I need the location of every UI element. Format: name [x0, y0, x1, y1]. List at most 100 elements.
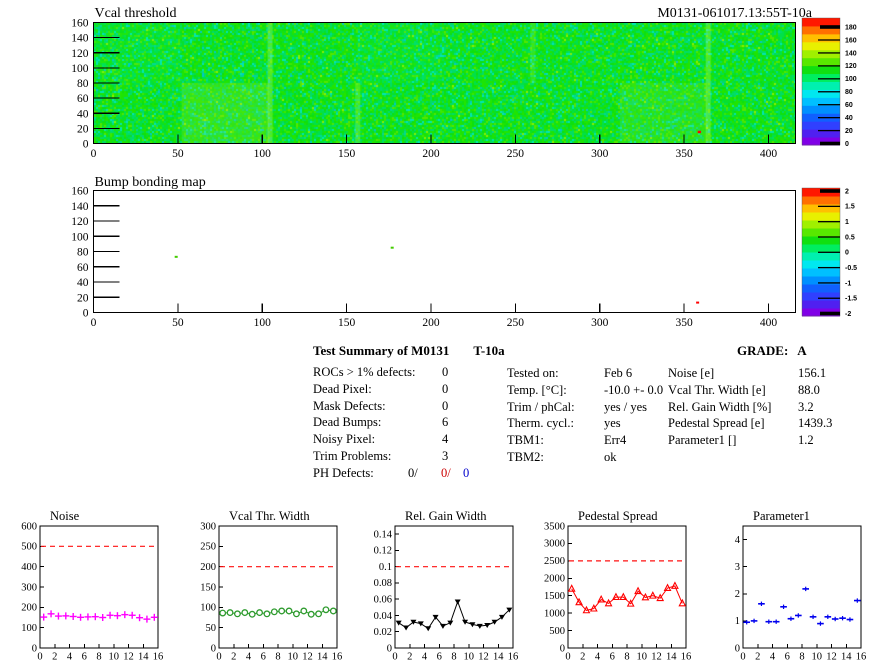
- condition-row-value: -10.0 +- 0.0: [604, 382, 664, 397]
- result-row-value: 1.2: [798, 433, 814, 448]
- bump-bonding-map-ytick-label: 60: [77, 262, 89, 274]
- vcal-threshold-plot: Vcal threshold M0131-061017.13:55T-10a 0 20…: [71, 6, 857, 160]
- defect-row-label: Mask Defects:: [313, 398, 386, 413]
- noise-xtick-label: 2: [52, 652, 57, 663]
- rel-gain-width-ytick-label: 0.04: [374, 611, 393, 622]
- parameter1-chart: Parameter1012340 2 4 6 8 10 12 14 16: [735, 509, 867, 663]
- bump-bonding-map-xtick-label: 0: [91, 317, 97, 329]
- pedestal-spread-ytick-label: 3500: [544, 521, 565, 532]
- parameter1-ytick-label: 2: [735, 589, 740, 600]
- pedestal-spread-series-line: [571, 585, 683, 611]
- bump-bonding-map-ytick-label: 160: [71, 186, 89, 198]
- pedestal-spread-ytick-label: 2500: [544, 556, 565, 567]
- vcal-threshold-ytick-label: 0: [83, 139, 89, 151]
- vcal-thr-width-xtick-label: 6: [261, 652, 266, 663]
- defect-row-value: 0: [442, 398, 449, 413]
- pedestal-spread-ytick-label: 500: [549, 626, 565, 637]
- bump-bonding-map-xtick-label: 150: [338, 317, 356, 329]
- vcal-thr-width-ytick-label: 100: [200, 603, 216, 614]
- bump-bonding-map-colorbar-label: 2: [845, 188, 849, 195]
- parameter1-ytick-label: 1: [735, 616, 740, 627]
- rel-gain-width-xtick-label: 6: [437, 652, 442, 663]
- condition-row-value: Feb 6: [604, 366, 633, 380]
- summary-title: Test Summary of M0131 T-10a: [313, 343, 505, 358]
- vcal-threshold-colorbar-label: 20: [845, 128, 853, 135]
- vcal-threshold-xtick-label: 400: [760, 148, 778, 160]
- parameter1-xtick-label: 8: [799, 652, 804, 663]
- pedestal-spread-xtick-label: 12: [651, 652, 662, 663]
- condition-row-label: Tested on:: [507, 366, 559, 380]
- vcal-threshold-defect-point: [697, 131, 701, 134]
- vcal-threshold-colorbar-label: 180: [845, 24, 857, 31]
- defect-row-label: Dead Pixel:: [313, 381, 372, 396]
- result-row-label: Pedestal Spread [e]: [668, 416, 765, 431]
- condition-row-label: TBM2:: [507, 450, 544, 464]
- bump-bonding-map-colorbar-label: 0.5: [845, 234, 855, 241]
- vcal-threshold-xtick-label: 50: [172, 148, 184, 160]
- noise-chart: Noise01002003004005006000 2 4 6 8 10 12 14 16: [21, 509, 163, 663]
- vcal-threshold-xtick-label: 300: [591, 148, 609, 160]
- vcal-threshold-xtick-label: 100: [254, 148, 272, 160]
- bump-bonding-map-xtick-label: 400: [760, 317, 778, 329]
- defect-row-label: Trim Problems:: [313, 449, 392, 463]
- noise-ytick-label: 200: [21, 603, 37, 614]
- bump-bonding-map-ytick-label: 20: [77, 292, 89, 304]
- pedestal-spread-ytick-label: 2000: [544, 574, 565, 585]
- noise-frame: [39, 525, 159, 649]
- condition-row-value: yes: [604, 416, 621, 431]
- pedestal-spread-ytick-label: 0: [560, 643, 565, 654]
- ph-defects-value-total: 0/: [408, 465, 418, 480]
- rel-gain-width-series-line: [398, 600, 510, 630]
- ph-defects-value-red: 0/: [441, 465, 451, 480]
- vcal-threshold-colorbar-label: 80: [845, 89, 853, 96]
- vcal-threshold-colorbar-label: 40: [845, 115, 853, 122]
- rel-gain-width-ytick-label: 0.06: [374, 595, 392, 606]
- bump-bonding-map-ytick-label: 140: [71, 201, 89, 213]
- vcal-threshold-colorbar-label: 160: [845, 37, 857, 44]
- rel-gain-width-title: Rel. Gain Width: [405, 509, 487, 523]
- noise-xtick-label: 8: [96, 652, 101, 663]
- bump-bonding-map-xtick-label: 300: [591, 317, 609, 329]
- vcal-threshold-ytick-label: 60: [77, 93, 89, 105]
- defect-row-value: 3: [442, 449, 449, 463]
- vcal-threshold-colorbar-label: 100: [845, 76, 857, 83]
- defect-row-label: ROCs > 1% defects:: [313, 365, 416, 379]
- bump-bonding-map-ytick-label: 120: [71, 216, 89, 228]
- rel-gain-width-xtick-label: 2: [407, 652, 412, 663]
- pedestal-spread-chart: Pedestal Spread 0 500 1000 1500 2000 2500 3000 3…: [544, 509, 691, 663]
- rel-gain-width-frame: [394, 525, 514, 649]
- vcal-thr-width-xtick-label: 16: [332, 652, 343, 663]
- bump-bonding-map-colorbar-label: -1.5: [845, 296, 857, 303]
- noise-xtick-label: 4: [67, 652, 73, 663]
- bump-bonding-map-colorbar-label: -1: [845, 280, 851, 287]
- bump-bonding-map-defect-point: [390, 246, 394, 249]
- rel-gain-width-ytick-label: 0.1: [379, 562, 392, 573]
- vcal-thr-width-ytick-label: 300: [200, 521, 216, 532]
- bump-bonding-map-title: Bump bonding map: [95, 175, 206, 190]
- result-row-label: Parameter1 []: [668, 433, 737, 448]
- pedestal-spread-ytick-label: 1500: [544, 591, 565, 602]
- vcal-threshold-xtick-label: 150: [338, 148, 356, 160]
- vcal-thr-width-xtick-label: 4: [246, 652, 252, 663]
- result-row-value: 1439.3: [798, 416, 833, 431]
- parameter1-xtick-label: 10: [812, 652, 823, 663]
- vcal-threshold-ytick-label: 20: [77, 123, 89, 135]
- parameter1-title: Parameter1: [753, 509, 810, 523]
- grade-label: GRADE:: [737, 343, 789, 358]
- rel-gain-width-chart: Rel. Gain Width 0 0.02 0.04 0.06 0.08 0.1 0.12 0…: [374, 509, 519, 663]
- result-row-label: Noise [e]: [668, 366, 715, 380]
- noise-xtick-label: 10: [109, 652, 120, 663]
- vcal-thr-width-ytick-label: 50: [206, 623, 217, 634]
- bump-bonding-map-xtick-label: 350: [676, 317, 694, 329]
- rel-gain-width-ytick-label: 0: [387, 643, 392, 654]
- result-row-label: Rel. Gain Width [%]: [668, 399, 772, 414]
- parameter1-frame: [742, 525, 862, 649]
- pedestal-spread-xtick-label: 4: [595, 652, 601, 663]
- bump-bonding-map-ytick-label: 100: [71, 231, 89, 243]
- vcal-threshold-xtick-label: 200: [422, 148, 440, 160]
- bump-bonding-map-colorbar-label: -2: [845, 311, 851, 318]
- condition-row-label: TBM1:: [507, 433, 544, 448]
- defect-row-value: 6: [442, 415, 449, 430]
- rel-gain-width-xtick-label: 10: [464, 652, 475, 663]
- vcal-thr-width-title: Vcal Thr. Width: [229, 509, 310, 523]
